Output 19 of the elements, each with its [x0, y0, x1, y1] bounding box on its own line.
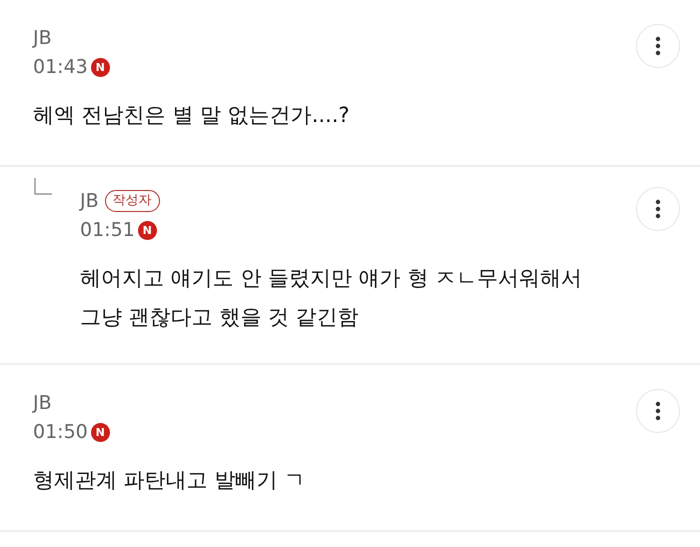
comment-time: 01:50: [33, 420, 88, 445]
new-badge: N: [90, 422, 110, 442]
more-options-button[interactable]: [636, 389, 680, 433]
comment-text: 헤엑 전남친은 별 말 없는건가....?: [33, 102, 351, 129]
comment-time: 01:51: [80, 218, 135, 243]
more-options-button[interactable]: [636, 187, 680, 231]
comment-time: 01:43: [33, 55, 88, 80]
author-name: JB: [33, 26, 52, 51]
new-badge: N: [138, 220, 157, 240]
more-icon: [655, 401, 661, 421]
more-options-button[interactable]: [636, 24, 680, 68]
author-name: JB: [33, 391, 52, 416]
comment-text: 형제관계 파탄내고 발빼기 ㄱ: [33, 467, 306, 494]
new-badge: N: [90, 58, 110, 76]
comment-text: 헤어지고 얘기도 안 들렸지만 얘가 형 ㅈㄴ무서워해서 그냥 괜찮다고 했을 것 같긴함: [80, 265, 584, 331]
more-icon: [655, 36, 661, 56]
author-badge: 작성자: [104, 190, 160, 212]
more-icon: [655, 199, 661, 219]
author-name: JB: [80, 189, 99, 214]
